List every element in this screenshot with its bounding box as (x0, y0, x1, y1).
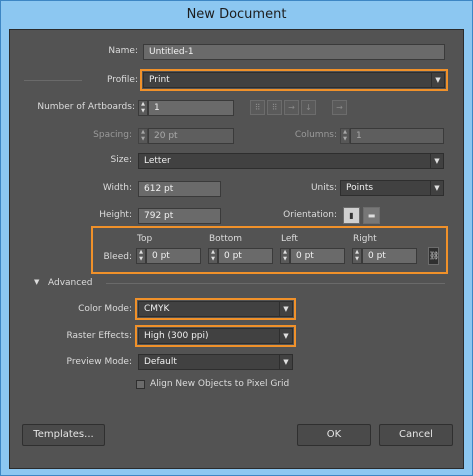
profile-label: Profile: (106, 75, 138, 85)
dialog-title: New Document (186, 7, 287, 22)
spacing-label: Spacing: (93, 130, 132, 140)
chevron-down-icon: ▼ (431, 73, 444, 87)
columns-stepper[interactable]: ▲ ▼ (340, 128, 350, 144)
color-mode-value: CMYK (144, 304, 170, 314)
bleed-top-stepper[interactable]: ▲ ▼ (136, 248, 146, 264)
width-input[interactable]: 612 pt (138, 181, 221, 197)
raster-effects-value: High (300 ppi) (144, 331, 209, 341)
name-label: Name: (108, 46, 138, 56)
units-label: Units: (310, 183, 337, 193)
columns-label: Columns: (294, 130, 337, 140)
bleed-right-stepper[interactable]: ▲ ▼ (352, 248, 362, 264)
chevron-down-icon: ▼ (279, 355, 292, 369)
align-pixel-grid-label[interactable]: Align New Objects to Pixel Grid (150, 379, 289, 389)
grid-by-column-icon[interactable]: ⠿ (267, 100, 282, 115)
landscape-icon[interactable]: ▬ (363, 207, 380, 224)
chevron-down-icon: ▼ (430, 181, 443, 195)
templates-button[interactable]: Templates... (22, 424, 105, 446)
preview-mode-value: Default (144, 357, 177, 367)
height-label: Height: (99, 210, 132, 220)
size-label: Size: (110, 155, 132, 165)
raster-effects-label: Raster Effects: (66, 331, 132, 341)
link-chain-icon[interactable]: ⛓ (428, 247, 439, 265)
triangle-down-icon[interactable]: ▼ (34, 278, 39, 286)
bleed-right-input[interactable]: 0 pt (362, 248, 417, 264)
arrange-by-column-icon[interactable]: ↓ (301, 100, 316, 115)
advanced-separator (106, 283, 445, 284)
size-dropdown[interactable]: Letter ▼ (138, 153, 444, 169)
new-document-dialog: New Document Name: Untitled-1 Profile: P… (0, 0, 473, 476)
preview-mode-label: Preview Mode: (66, 357, 132, 367)
advanced-toggle-label[interactable]: Advanced (48, 278, 92, 288)
color-mode-dropdown[interactable]: CMYK ▼ (135, 298, 296, 320)
align-pixel-grid-checkbox[interactable] (136, 380, 145, 389)
bleed-top-input[interactable]: 0 pt (146, 248, 201, 264)
profile-separator-left (24, 80, 82, 81)
name-input[interactable]: Untitled-1 (143, 44, 445, 60)
bleed-bottom-stepper[interactable]: ▲ ▼ (208, 248, 218, 264)
ok-button[interactable]: OK (297, 424, 371, 446)
dialog-body: Name: Untitled-1 Profile: Print ▼ Number… (9, 29, 464, 469)
artboards-stepper[interactable]: ▲ ▼ (138, 100, 148, 116)
bleed-bottom-label: Bottom (209, 234, 243, 244)
width-label: Width: (102, 183, 132, 193)
change-to-rtl-icon[interactable]: → (332, 100, 347, 115)
units-value: Points (346, 183, 374, 193)
bleed-left-input[interactable]: 0 pt (290, 248, 345, 264)
chevron-down-icon: ▼ (279, 302, 292, 316)
profile-dropdown[interactable]: Print ▼ (140, 69, 448, 91)
chevron-down-icon: ▼ (430, 154, 443, 168)
units-dropdown[interactable]: Points ▼ (340, 180, 444, 196)
height-input[interactable]: 792 pt (138, 208, 221, 224)
spacing-input[interactable]: 20 pt (148, 128, 234, 144)
artboards-label: Number of Artboards: (37, 102, 135, 112)
size-value: Letter (144, 156, 171, 166)
raster-effects-dropdown[interactable]: High (300 ppi) ▼ (135, 325, 296, 347)
preview-mode-dropdown[interactable]: Default ▼ (138, 354, 293, 370)
bleed-top-label: Top (137, 234, 153, 244)
columns-input[interactable]: 1 (350, 128, 444, 144)
arrange-by-row-icon[interactable]: → (284, 100, 299, 115)
cancel-button[interactable]: Cancel (379, 424, 453, 446)
bleed-bottom-input[interactable]: 0 pt (218, 248, 273, 264)
profile-value: Print (149, 75, 170, 85)
grid-by-row-icon[interactable]: ⠿ (250, 100, 265, 115)
orientation-label: Orientation: (283, 210, 337, 220)
portrait-icon[interactable]: ▮ (343, 207, 360, 224)
bleed-left-stepper[interactable]: ▲ ▼ (280, 248, 290, 264)
artboards-input[interactable]: 1 (148, 100, 234, 116)
bleed-left-label: Left (281, 234, 298, 244)
bleed-label: Bleed: (103, 252, 133, 262)
chevron-down-icon: ▼ (279, 329, 292, 343)
spacing-stepper[interactable]: ▲ ▼ (138, 128, 148, 144)
bleed-right-label: Right (353, 234, 377, 244)
color-mode-label: Color Mode: (78, 304, 132, 314)
